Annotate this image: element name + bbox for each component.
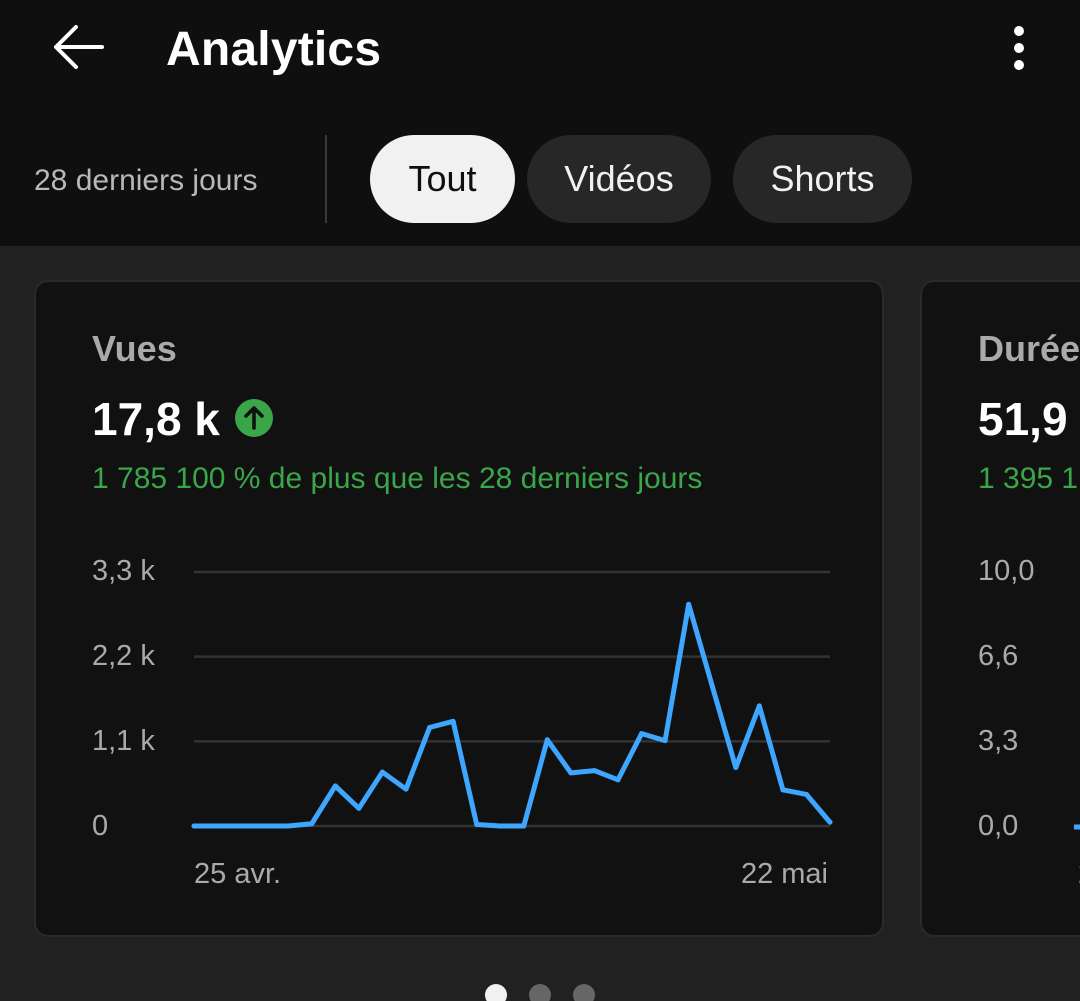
y-tick-label: 6,6 (978, 640, 1019, 672)
arrow-left-icon (54, 25, 104, 69)
y-tick-label: 1,1 k (92, 725, 155, 757)
data-point (191, 823, 197, 829)
chip-tout[interactable]: Tout (370, 135, 515, 223)
y-tick-label: 0,0 (978, 810, 1019, 842)
data-point (591, 768, 597, 774)
back-button[interactable] (40, 14, 116, 80)
data-point (238, 823, 244, 829)
metric-card-views[interactable]: Vues 17,8 k 1 785 100 % de plus que les … (34, 280, 884, 937)
page-title: Analytics (166, 23, 382, 76)
data-point (827, 819, 833, 825)
data-point (403, 786, 409, 792)
data-point (356, 805, 362, 811)
views-line-chart (191, 570, 833, 829)
data-point (662, 738, 668, 744)
x-tick-label: 25 avr. (194, 858, 282, 890)
data-point (285, 823, 291, 829)
more-vertical-icon (1014, 26, 1024, 70)
data-point (568, 770, 574, 776)
data-point (450, 718, 456, 724)
metric-value: 51,9 (978, 393, 1068, 445)
pagination-dot[interactable] (529, 984, 551, 1001)
data-point (686, 601, 692, 607)
data-point (733, 765, 739, 771)
data-point (615, 777, 621, 783)
data-point (215, 823, 221, 829)
period-selector[interactable]: 28 derniers jours (34, 164, 257, 198)
data-point (474, 821, 480, 827)
pagination-dot[interactable] (573, 984, 595, 1001)
filter-bar: 28 derniers jours Tout Vidéos Shorts (0, 110, 1080, 246)
metrics-carousel[interactable]: Vues 17,8 k 1 785 100 % de plus que les … (0, 246, 1080, 1001)
data-point (756, 703, 762, 709)
data-point (332, 783, 338, 789)
y-tick-label: 3,3 (978, 725, 1019, 757)
views-series-line (191, 601, 833, 829)
more-options-button[interactable] (994, 18, 1044, 78)
chip-shorts[interactable]: Shorts (733, 135, 912, 223)
y-tick-label: 2,2 k (92, 640, 155, 672)
data-point (521, 823, 527, 829)
y-tick-label: 0 (92, 810, 109, 842)
x-tick-label: 22 mai (740, 858, 828, 890)
divider (325, 135, 327, 223)
data-point (544, 737, 550, 743)
metric-card-watch-time[interactable]: Durée 51,9 1 395 1 10,0 6,6 3,3 0,0 2 (920, 280, 1080, 937)
y-tick-label: 3,3 k (92, 555, 155, 587)
metric-change: 1 395 1 (978, 462, 1079, 495)
data-point (262, 823, 268, 829)
y-tick-label: 10,0 (978, 555, 1035, 587)
data-point (780, 787, 786, 793)
data-point (709, 683, 715, 689)
top-app-bar: Analytics (0, 0, 1080, 110)
pagination-dot[interactable] (485, 984, 507, 1001)
data-point (497, 823, 503, 829)
data-point (803, 791, 809, 797)
data-point (379, 769, 385, 775)
data-point (309, 821, 315, 827)
chip-videos[interactable]: Vidéos (527, 135, 711, 223)
carousel-pagination (0, 984, 1080, 1001)
metric-label: Durée (978, 328, 1080, 369)
chart-line-fragment (1074, 824, 1080, 830)
data-point (427, 724, 433, 730)
data-point (639, 731, 645, 737)
